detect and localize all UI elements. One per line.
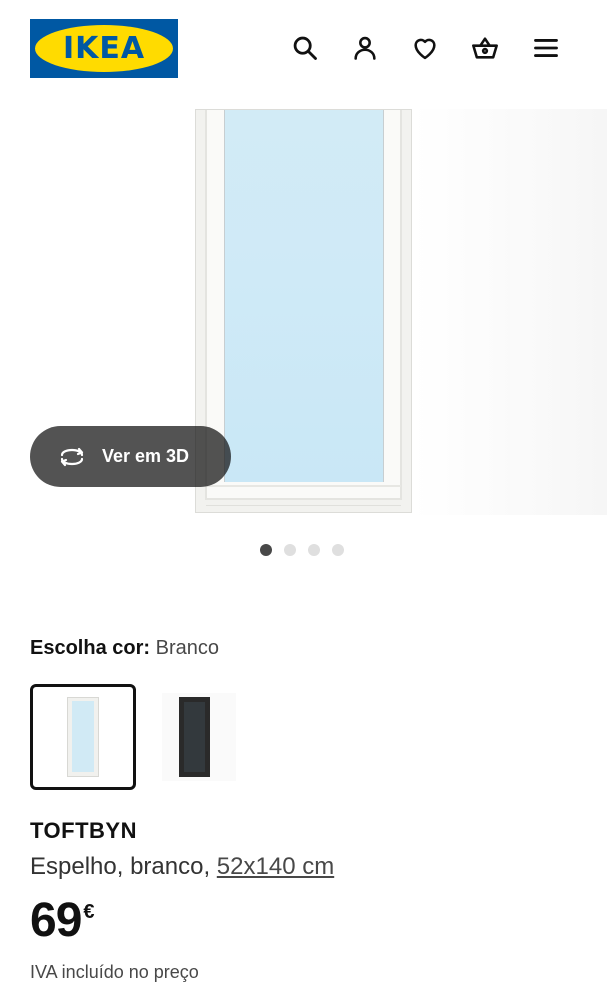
product-description: Espelho, branco, 52x140 cm xyxy=(30,853,334,881)
product-dimensions-link[interactable]: 52x140 cm xyxy=(217,853,334,880)
color-swatch-black[interactable] xyxy=(142,684,248,790)
view-3d-label: Ver em 3D xyxy=(102,446,190,466)
view-3d-button[interactable]: Ver em 3D xyxy=(30,426,231,487)
product-name: TOFTBYN xyxy=(30,818,137,843)
menu-icon[interactable] xyxy=(530,31,562,65)
mirror-bottom-rail xyxy=(206,485,401,506)
gallery-pagination xyxy=(260,544,344,556)
price-integer: 69 xyxy=(30,894,82,947)
gallery-dot-2[interactable] xyxy=(284,544,296,556)
black-mirror-thumbnail xyxy=(179,697,210,777)
vat-note: IVA incluído no preço xyxy=(30,962,199,982)
user-icon[interactable] xyxy=(349,31,381,65)
search-icon[interactable] xyxy=(289,31,321,65)
basket-icon[interactable] xyxy=(469,31,501,65)
color-swatch-white[interactable] xyxy=(30,684,136,790)
gallery-dot-4[interactable] xyxy=(332,544,344,556)
selected-color-value: Branco xyxy=(155,637,219,659)
site-header: IKEA xyxy=(0,0,607,100)
product-price: 69 € xyxy=(30,897,95,945)
heart-icon[interactable] xyxy=(409,31,441,65)
mirror-glass xyxy=(224,110,384,482)
price-currency: € xyxy=(83,901,95,923)
logo-oval: IKEA xyxy=(35,25,173,72)
white-mirror-thumbnail xyxy=(67,697,99,777)
rotate-3d-icon xyxy=(60,447,84,466)
gallery-dot-1[interactable] xyxy=(260,544,272,556)
gallery-dot-3[interactable] xyxy=(308,544,320,556)
color-label-title: Escolha cor: xyxy=(30,637,151,659)
product-type: Espelho, branco, xyxy=(30,853,217,880)
ikea-logo[interactable]: IKEA xyxy=(30,19,178,78)
logo-text: IKEA xyxy=(62,30,146,66)
color-picker-label: Escolha cor: Branco xyxy=(30,637,219,660)
